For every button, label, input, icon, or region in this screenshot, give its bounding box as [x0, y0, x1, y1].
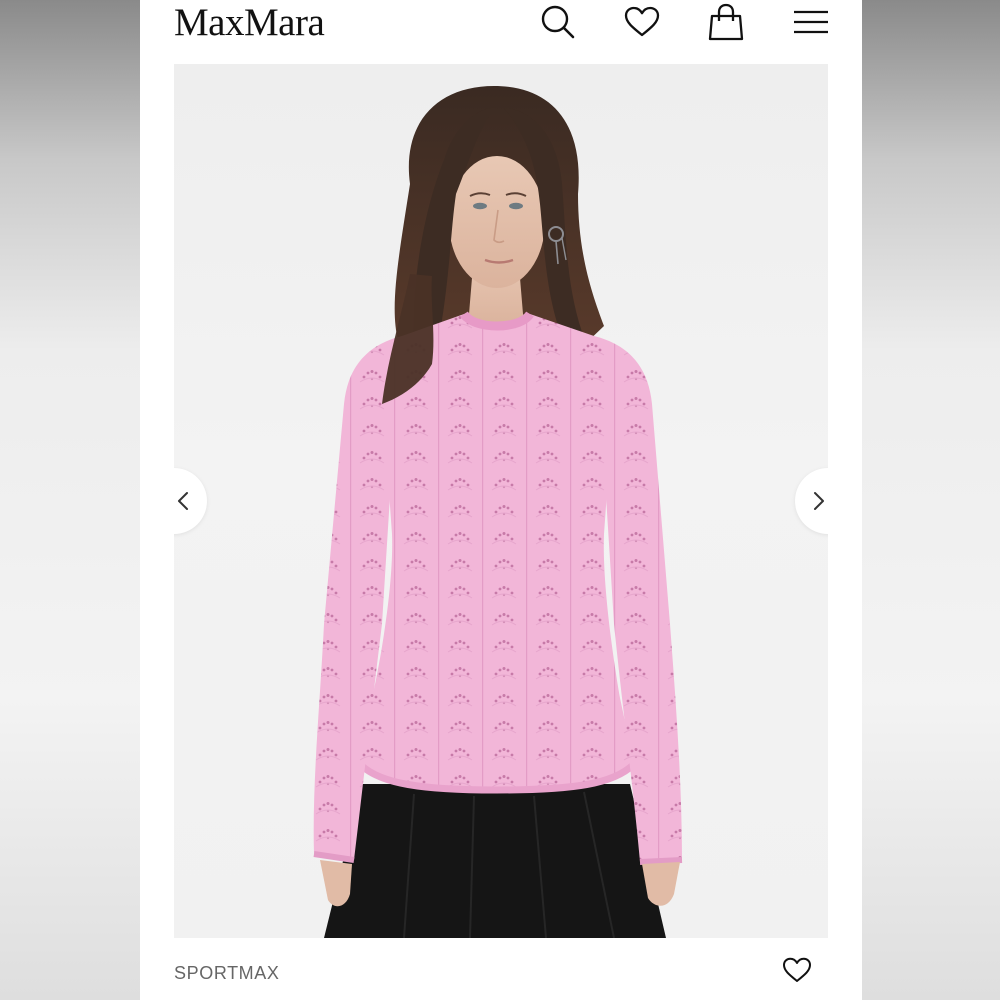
product-image-gallery[interactable]	[174, 64, 828, 938]
maxmara-logo[interactable]: MaxMara	[174, 1, 325, 45]
shopping-bag-button[interactable]	[706, 2, 746, 42]
hamburger-menu-icon	[794, 10, 828, 34]
product-page: MaxMara SPORTMAX	[140, 0, 862, 1000]
search-button[interactable]	[538, 2, 578, 42]
menu-button[interactable]	[791, 2, 831, 42]
heart-outline-icon	[783, 957, 811, 982]
backdrop-left	[0, 0, 140, 1000]
product-brand[interactable]: SPORTMAX	[174, 962, 280, 984]
chevron-left-icon	[178, 492, 188, 510]
shopping-bag-icon	[708, 3, 744, 41]
wishlist-button[interactable]	[622, 2, 662, 42]
site-header: MaxMara	[140, 0, 862, 52]
product-image	[313, 86, 683, 938]
backdrop-right	[862, 0, 1000, 1000]
add-to-wishlist-button[interactable]	[780, 955, 814, 985]
chevron-right-icon	[814, 492, 824, 510]
search-icon	[541, 5, 575, 39]
heart-icon	[624, 6, 660, 37]
